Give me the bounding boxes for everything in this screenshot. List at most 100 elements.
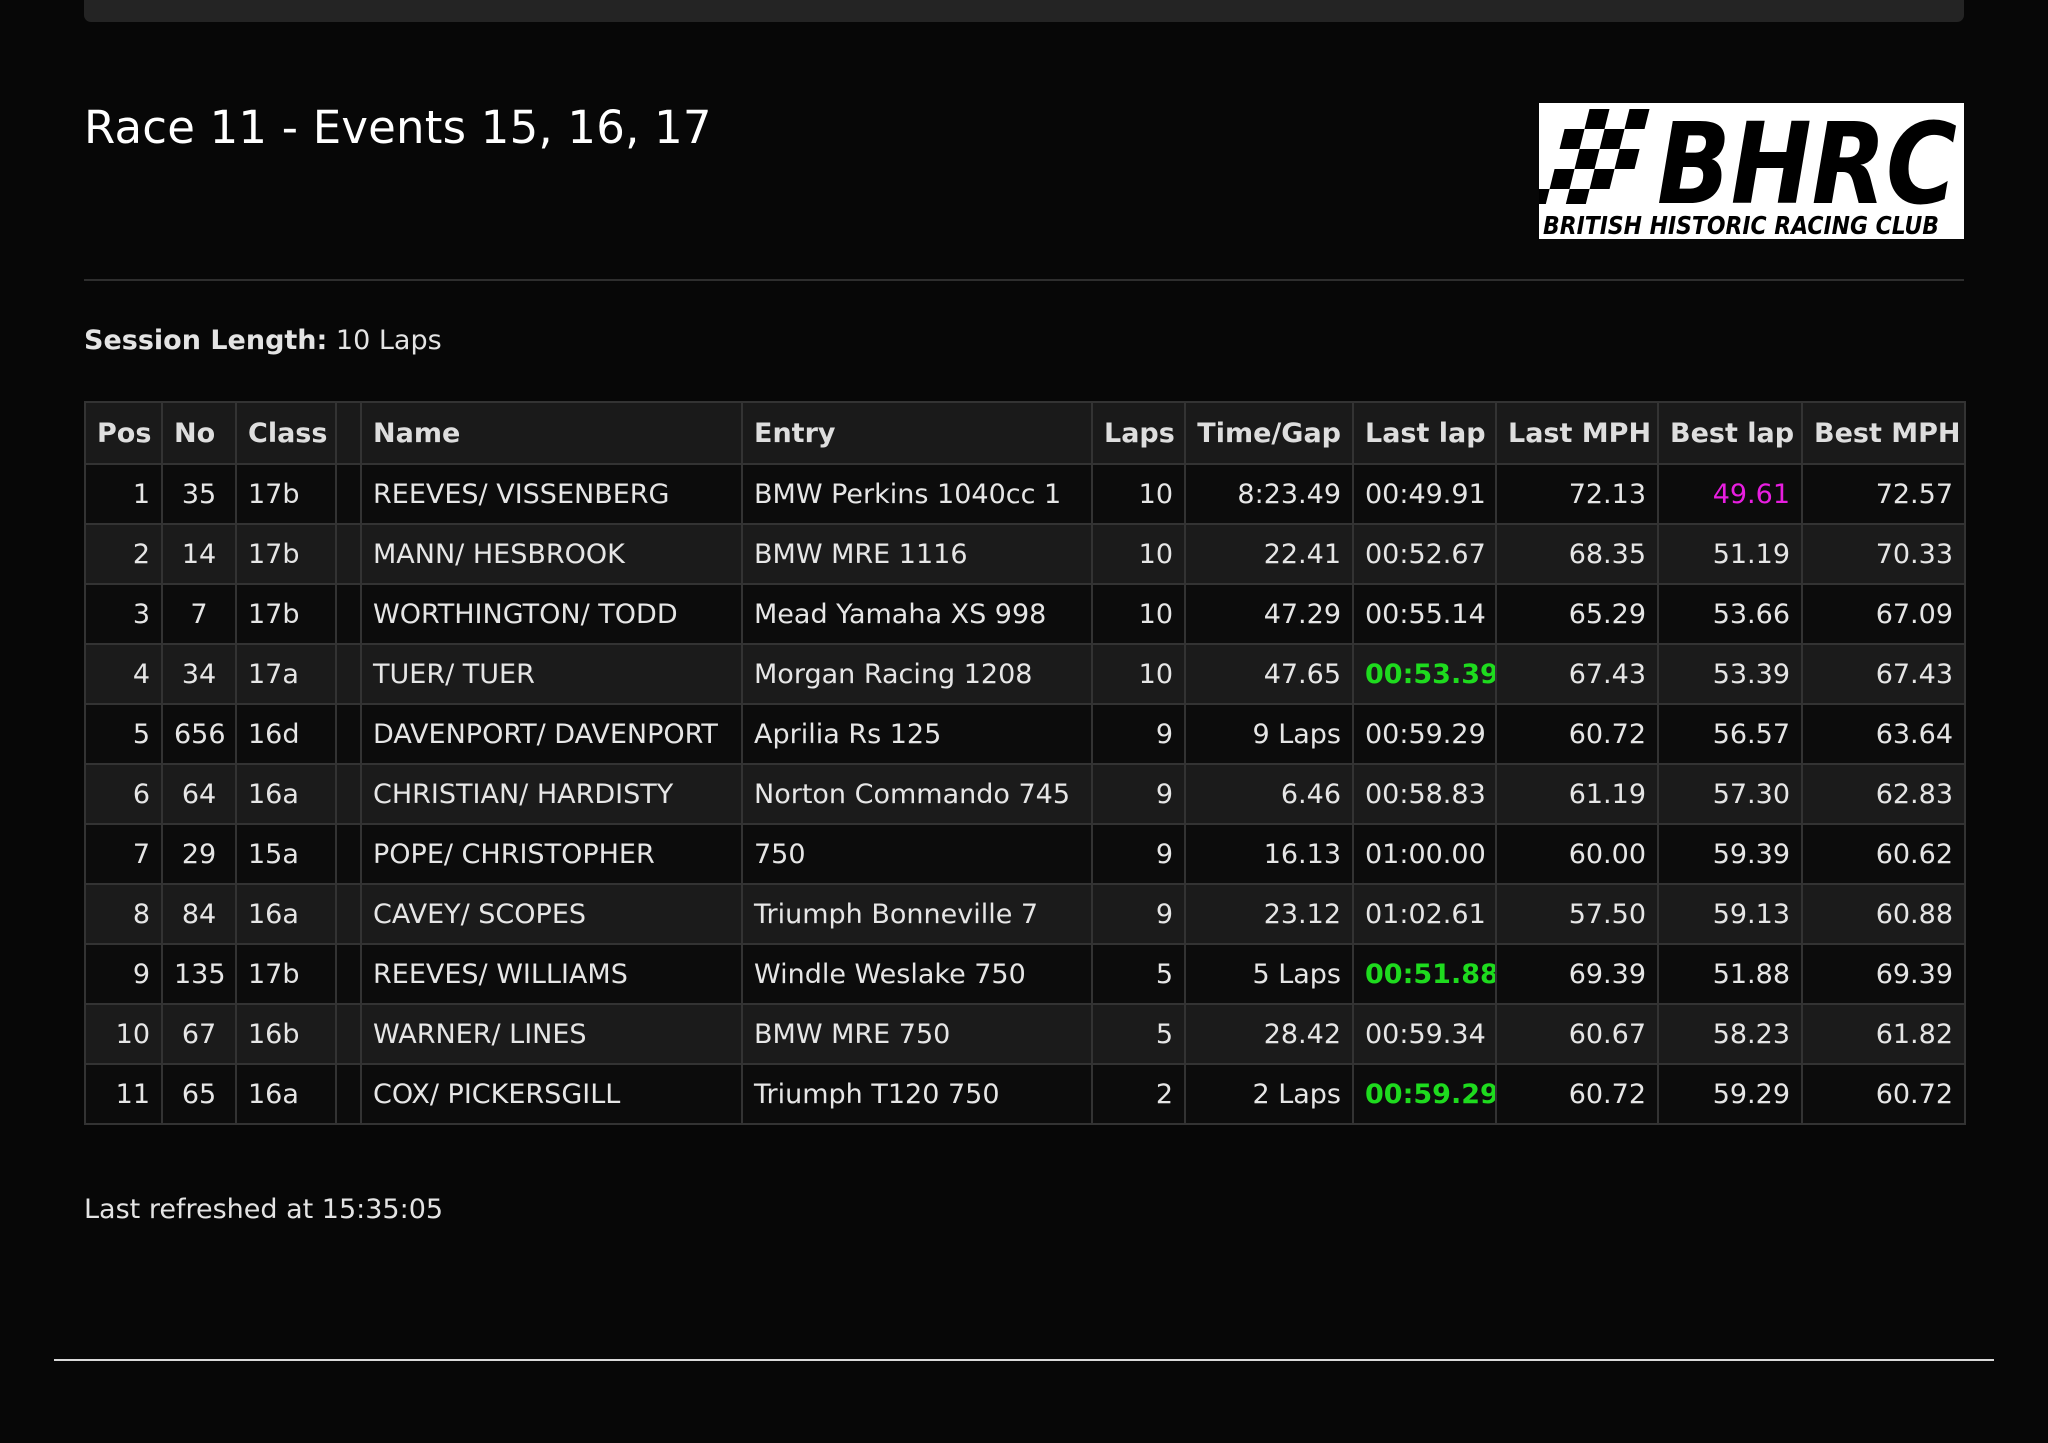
col-header-best-lap[interactable]: Best lap [1657,401,1803,465]
table-row[interactable]: 1 35 17b REEVES/ VISSENBERG BMW Perkins 1040… [84,463,1966,525]
cell-no: 67 [161,1003,237,1065]
cell-no: 65 [161,1063,237,1125]
cell-last-mph: 60.72 [1495,703,1659,765]
col-header-pos[interactable]: Pos [84,401,163,465]
cell-best-lap: 49.61 [1657,463,1803,525]
cell-flag [335,763,362,825]
cell-laps: 9 [1091,823,1186,885]
cell-best-mph: 67.09 [1801,583,1966,645]
col-header-entry[interactable]: Entry [741,401,1093,465]
cell-flag [335,1003,362,1065]
table-row[interactable]: 5 656 16d DAVENPORT/ DAVENPORT Aprilia Rs 12… [84,703,1966,765]
race-title: Race 11 - Events 15, 16, 17 [84,101,712,154]
cell-time-gap: 2 Laps [1184,1063,1354,1125]
cell-entry: 750 [741,823,1093,885]
cell-laps: 10 [1091,523,1186,585]
cell-laps: 9 [1091,703,1186,765]
cell-last-mph: 67.43 [1495,643,1659,705]
cell-name: CHRISTIAN/ HARDISTY [360,763,743,825]
cell-last-lap: 00:59.29 [1352,1063,1497,1125]
table-row[interactable]: 8 84 16a CAVEY/ SCOPES Triumph Bonneville 79… [84,883,1966,945]
table-row[interactable]: 4 34 17a TUER/ TUER Morgan Racing 1208 10 47.6… [84,643,1966,705]
header-divider [84,279,1964,281]
top-bar [84,0,1964,22]
session-length-value: 10 Laps [335,325,442,356]
cell-entry: Mead Yamaha XS 998 [741,583,1093,645]
cell-pos: 8 [84,883,163,945]
cell-entry: Triumph Bonneville 7 [741,883,1093,945]
cell-best-lap: 59.29 [1657,1063,1803,1125]
table-row[interactable]: 3 7 17b WORTHINGTON/ TODD Mead Yamaha XS 998… [84,583,1966,645]
cell-last-lap: 00:53.39 [1352,643,1497,705]
cell-last-lap: 00:59.34 [1352,1003,1497,1065]
cell-pos: 1 [84,463,163,525]
cell-class: 17b [235,523,337,585]
col-header-last-lap[interactable]: Last lap [1352,401,1497,465]
cell-name: WARNER/ LINES [360,1003,743,1065]
table-row[interactable]: 7 29 15a POPE/ CHRISTOPHER 750 9 16.13 01:00.00… [84,823,1966,885]
table-row[interactable]: 10 67 16b WARNER/ LINES BMW MRE 750 5 28.42 00:… [84,1003,1966,1065]
cell-best-mph: 72.57 [1801,463,1966,525]
cell-class: 15a [235,823,337,885]
table-row[interactable]: 6 64 16a CHRISTIAN/ HARDISTY Norton Commando… [84,763,1966,825]
cell-no: 656 [161,703,237,765]
cell-pos: 9 [84,943,163,1005]
cell-last-lap: 00:52.67 [1352,523,1497,585]
cell-best-mph: 61.82 [1801,1003,1966,1065]
cell-best-lap: 57.30 [1657,763,1803,825]
cell-class: 17b [235,583,337,645]
col-header-laps[interactable]: Laps [1091,401,1186,465]
col-header-last-mph[interactable]: Last MPH [1495,401,1659,465]
col-header-time-gap[interactable]: Time/Gap [1184,401,1354,465]
cell-last-mph: 72.13 [1495,463,1659,525]
cell-time-gap: 9 Laps [1184,703,1354,765]
cell-best-lap: 51.19 [1657,523,1803,585]
cell-laps: 5 [1091,1003,1186,1065]
cell-no: 64 [161,763,237,825]
cell-best-mph: 60.62 [1801,823,1966,885]
table-header-row: Pos No Class Name Entry Laps Time/Gap La… [84,401,1966,465]
cell-class: 16a [235,883,337,945]
col-header-no[interactable]: No [161,401,237,465]
cell-flag [335,823,362,885]
cell-entry: BMW MRE 1116 [741,523,1093,585]
cell-pos: 4 [84,643,163,705]
cell-no: 84 [161,883,237,945]
cell-best-lap: 59.39 [1657,823,1803,885]
cell-time-gap: 22.41 [1184,523,1354,585]
cell-flag [335,463,362,525]
table-row[interactable]: 11 65 16a COX/ PICKERSGILL Triumph T120 750 2… [84,1063,1966,1125]
logo-subtitle-text: BRITISH HISTORIC RACING CLUB [1543,211,1939,239]
cell-pos: 7 [84,823,163,885]
col-header-name[interactable]: Name [360,401,743,465]
cell-best-lap: 58.23 [1657,1003,1803,1065]
cell-time-gap: 5 Laps [1184,943,1354,1005]
cell-flag [335,523,362,585]
cell-time-gap: 47.65 [1184,643,1354,705]
footer-divider [54,1359,1994,1361]
cell-name: COX/ PICKERSGILL [360,1063,743,1125]
timing-page: Race 11 - Events 15, 16, 17 BHRC BRITISH… [0,0,2048,1443]
cell-name: WORTHINGTON/ TODD [360,583,743,645]
col-header-class[interactable]: Class [235,401,337,465]
cell-flag [335,643,362,705]
cell-name: POPE/ CHRISTOPHER [360,823,743,885]
col-header-best-mph[interactable]: Best MPH [1801,401,1966,465]
cell-laps: 10 [1091,463,1186,525]
cell-no: 135 [161,943,237,1005]
cell-name: REEVES/ VISSENBERG [360,463,743,525]
table-row[interactable]: 9 135 17b REEVES/ WILLIAMS Windle Weslake 75… [84,943,1966,1005]
cell-pos: 11 [84,1063,163,1125]
cell-time-gap: 23.12 [1184,883,1354,945]
cell-pos: 10 [84,1003,163,1065]
cell-laps: 9 [1091,763,1186,825]
cell-last-mph: 60.72 [1495,1063,1659,1125]
cell-name: DAVENPORT/ DAVENPORT [360,703,743,765]
cell-entry: BMW Perkins 1040cc 1 [741,463,1093,525]
cell-flag [335,583,362,645]
table-row[interactable]: 2 14 17b MANN/ HESBROOK BMW MRE 1116 10 22.41 0… [84,523,1966,585]
cell-laps: 5 [1091,943,1186,1005]
cell-best-lap: 51.88 [1657,943,1803,1005]
cell-entry: Morgan Racing 1208 [741,643,1093,705]
cell-flag [335,883,362,945]
